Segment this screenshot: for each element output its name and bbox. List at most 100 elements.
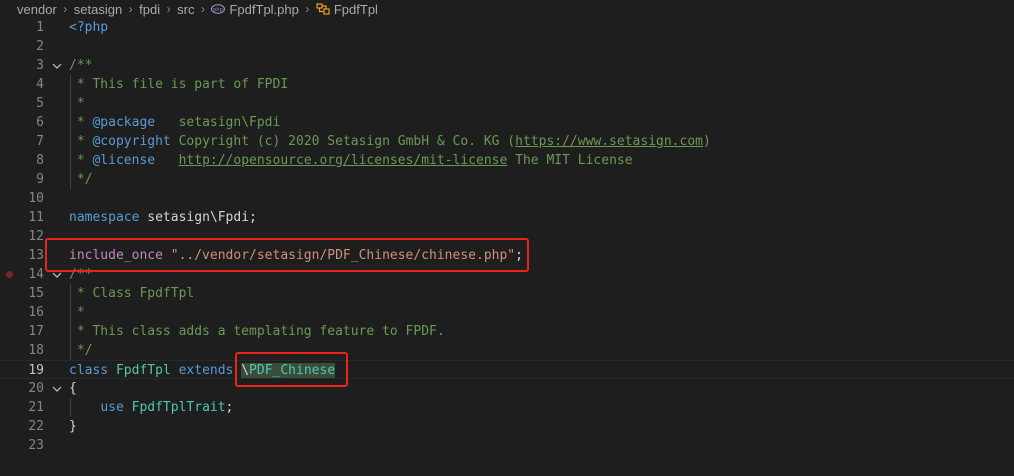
chevron-down-icon[interactable]	[51, 56, 63, 75]
class-symbol-icon	[316, 2, 330, 16]
line-number: 9	[36, 172, 44, 187]
comment-star: *	[69, 115, 93, 130]
code-line[interactable]: 23	[0, 436, 1014, 455]
chevron-right-icon: ›	[305, 2, 310, 16]
chevron-right-icon: ›	[200, 2, 205, 16]
comment-link[interactable]: http://opensource.org/licenses/mit-licen…	[179, 153, 508, 168]
line-number: 21	[28, 400, 44, 415]
code-line[interactable]: 11 namespace setasign\Fpdi;	[0, 208, 1014, 227]
comment-text: *	[69, 305, 85, 320]
code-line[interactable]: 16 *	[0, 303, 1014, 322]
code-line[interactable]: 6 * @package setasign\Fpdi	[0, 113, 1014, 132]
comment-text: */	[69, 343, 93, 358]
semicolon: ;	[249, 210, 257, 225]
chevron-down-icon[interactable]	[51, 265, 63, 284]
line-number: 6	[36, 115, 44, 130]
line-number: 1	[36, 20, 44, 35]
code-line[interactable]: 5 *	[0, 94, 1014, 113]
comment-text: /**	[69, 267, 93, 282]
line-number: 5	[36, 96, 44, 111]
code-line[interactable]: 7 * @copyright Copyright (c) 2020 Setasi…	[0, 132, 1014, 151]
breadcrumb-item-vendor[interactable]: vendor	[17, 2, 57, 17]
code-area[interactable]: 1 <?php 2 3 /** 4 * This file is part of…	[0, 18, 1014, 476]
comment-text: * This file is part of FPDI	[69, 77, 289, 92]
line-number: 4	[36, 77, 44, 92]
line-number: 3	[36, 58, 44, 73]
code-line[interactable]: 21 use FpdfTplTrait;	[0, 398, 1014, 417]
comment-text	[155, 153, 178, 168]
line-number: 23	[28, 438, 44, 453]
code-line[interactable]: 2	[0, 37, 1014, 56]
code-line-active[interactable]: 19 class FpdfTpl extends \PDF_Chinese	[0, 360, 1014, 379]
code-line[interactable]: 9 */	[0, 170, 1014, 189]
line-number: 18	[28, 343, 44, 358]
chevron-down-icon[interactable]	[51, 379, 63, 398]
code-line[interactable]: 1 <?php	[0, 18, 1014, 37]
chevron-right-icon: ›	[128, 2, 133, 16]
line-number: 22	[28, 419, 44, 434]
keyword-use: use	[100, 400, 124, 415]
breadcrumb-item-src[interactable]: src	[177, 2, 194, 17]
line-number: 11	[28, 210, 44, 225]
comment-text: setasign\Fpdi	[155, 115, 281, 130]
svg-text:php: php	[214, 7, 224, 13]
comment-text: */	[69, 172, 93, 187]
comment-text: /**	[69, 58, 93, 73]
line-number: 17	[28, 324, 44, 339]
open-brace: {	[69, 381, 77, 396]
breadcrumb-item-file[interactable]: FpdfTpl.php	[229, 2, 298, 17]
code-line[interactable]: 14 /**	[0, 265, 1014, 284]
line-number: 16	[28, 305, 44, 320]
namespace-separator: \	[241, 363, 250, 378]
line-number: 15	[28, 286, 44, 301]
parent-class-name[interactable]: PDF_Chinese	[249, 363, 336, 378]
chevron-right-icon: ›	[166, 2, 171, 16]
code-line[interactable]: 4 * This file is part of FPDI	[0, 75, 1014, 94]
comment-text: *	[69, 96, 85, 111]
docblock-tag: @copyright	[92, 134, 171, 149]
keyword-class: class	[69, 363, 109, 378]
semicolon: ;	[515, 248, 523, 263]
line-number: 7	[36, 134, 44, 149]
line-number: 12	[28, 229, 44, 244]
close-brace: }	[69, 419, 77, 434]
trait-name: FpdfTplTrait	[123, 400, 226, 415]
code-line[interactable]: 15 * Class FpdfTpl	[0, 284, 1014, 303]
keyword-namespace: namespace	[69, 210, 140, 225]
semicolon: ;	[225, 400, 234, 415]
line-number: 2	[36, 39, 44, 54]
breadcrumb-item-fpdi[interactable]: fpdi	[139, 2, 160, 17]
class-name: FpdfTpl	[108, 363, 179, 378]
comment-text: Copyright (c) 2020 Setasign GmbH & Co. K…	[170, 134, 516, 149]
code-line[interactable]: 20 {	[0, 379, 1014, 398]
include-path-string: "../vendor/setasign/PDF_Chinese/chinese.…	[170, 248, 516, 263]
php-open-tag: <?php	[69, 20, 109, 35]
line-number: 14	[28, 267, 44, 282]
comment-text: The MIT License	[507, 153, 633, 168]
comment-star: *	[69, 134, 93, 149]
docblock-tag: @package	[92, 115, 156, 130]
comment-link[interactable]: https://www.setasign.com	[515, 134, 703, 149]
namespace-name: setasign\Fpdi	[139, 210, 250, 225]
line-number: 13	[28, 248, 44, 263]
code-line[interactable]: 3 /**	[0, 56, 1014, 75]
breadcrumb-item-symbol[interactable]: FpdfTpl	[334, 2, 378, 17]
comment-text: * This class adds a templating feature t…	[69, 324, 445, 339]
comment-text: * Class FpdfTpl	[69, 286, 195, 301]
code-editor[interactable]: vendor › setasign › fpdi › src › php Fpd…	[0, 0, 1014, 476]
code-line[interactable]: 8 * @license http://opensource.org/licen…	[0, 151, 1014, 170]
php-file-icon: php	[211, 4, 226, 14]
code-line[interactable]: 12	[0, 227, 1014, 246]
code-line[interactable]: 17 * This class adds a templating featur…	[0, 322, 1014, 341]
line-number: 10	[28, 191, 44, 206]
comment-text: )	[702, 134, 711, 149]
code-line[interactable]: 18 */	[0, 341, 1014, 360]
code-line[interactable]: 10	[0, 189, 1014, 208]
code-line[interactable]: 13 include_once "../vendor/setasign/PDF_…	[0, 246, 1014, 265]
comment-star: *	[69, 153, 93, 168]
breadcrumb: vendor › setasign › fpdi › src › php Fpd…	[0, 0, 1014, 18]
breadcrumb-item-setasign[interactable]: setasign	[74, 2, 122, 17]
code-line[interactable]: 22 }	[0, 417, 1014, 436]
